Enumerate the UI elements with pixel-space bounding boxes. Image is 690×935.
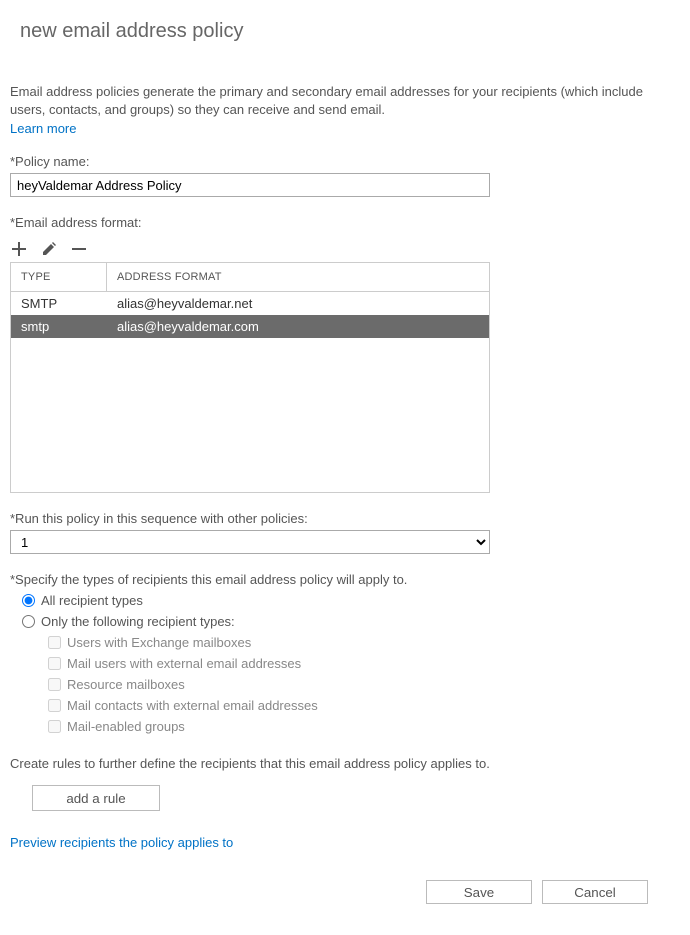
check-contacts-label: Mail contacts with external email addres… — [67, 698, 318, 713]
table-row[interactable]: SMTPalias@heyvaldemar.net — [11, 292, 489, 315]
check-exchange-label: Users with Exchange mailboxes — [67, 635, 251, 650]
radio-only-label: Only the following recipient types: — [41, 614, 235, 629]
preview-link[interactable]: Preview recipients the policy applies to — [10, 835, 233, 850]
sequence-label: *Run this policy in this sequence with o… — [10, 511, 680, 526]
radio-all[interactable] — [22, 594, 35, 607]
check-mailusers-label: Mail users with external email addresses — [67, 656, 301, 671]
format-table: TYPE ADDRESS FORMAT SMTPalias@heyvaldema… — [10, 262, 490, 493]
cell-type: smtp — [11, 315, 107, 338]
check-mailusers[interactable] — [48, 657, 61, 670]
radio-all-label: All recipient types — [41, 593, 143, 608]
check-exchange[interactable] — [48, 636, 61, 649]
cell-type: SMTP — [11, 292, 107, 315]
edit-icon[interactable] — [40, 240, 58, 258]
intro-text: Email address policies generate the prim… — [10, 83, 680, 119]
col-header-type: TYPE — [11, 263, 107, 291]
add-icon[interactable] — [10, 240, 28, 258]
check-resource-label: Resource mailboxes — [67, 677, 185, 692]
cell-format: alias@heyvaldemar.net — [107, 292, 489, 315]
save-button[interactable]: Save — [426, 880, 532, 904]
check-groups[interactable] — [48, 720, 61, 733]
rules-intro: Create rules to further define the recip… — [10, 756, 680, 771]
policy-name-label: *Policy name: — [10, 154, 680, 169]
table-row[interactable]: smtpalias@heyvaldemar.com — [11, 315, 489, 338]
sequence-select[interactable]: 1 — [10, 530, 490, 554]
check-contacts[interactable] — [48, 699, 61, 712]
format-label: *Email address format: — [10, 215, 680, 230]
learn-more-link[interactable]: Learn more — [10, 121, 76, 136]
radio-only[interactable] — [22, 615, 35, 628]
policy-name-input[interactable] — [10, 173, 490, 197]
check-groups-label: Mail-enabled groups — [67, 719, 185, 734]
cancel-button[interactable]: Cancel — [542, 880, 648, 904]
recipients-label: *Specify the types of recipients this em… — [10, 572, 680, 587]
col-header-format: ADDRESS FORMAT — [107, 263, 489, 291]
remove-icon[interactable] — [70, 240, 88, 258]
cell-format: alias@heyvaldemar.com — [107, 315, 489, 338]
add-rule-button[interactable]: add a rule — [32, 785, 160, 811]
page-title: new email address policy — [20, 20, 680, 43]
check-resource[interactable] — [48, 678, 61, 691]
